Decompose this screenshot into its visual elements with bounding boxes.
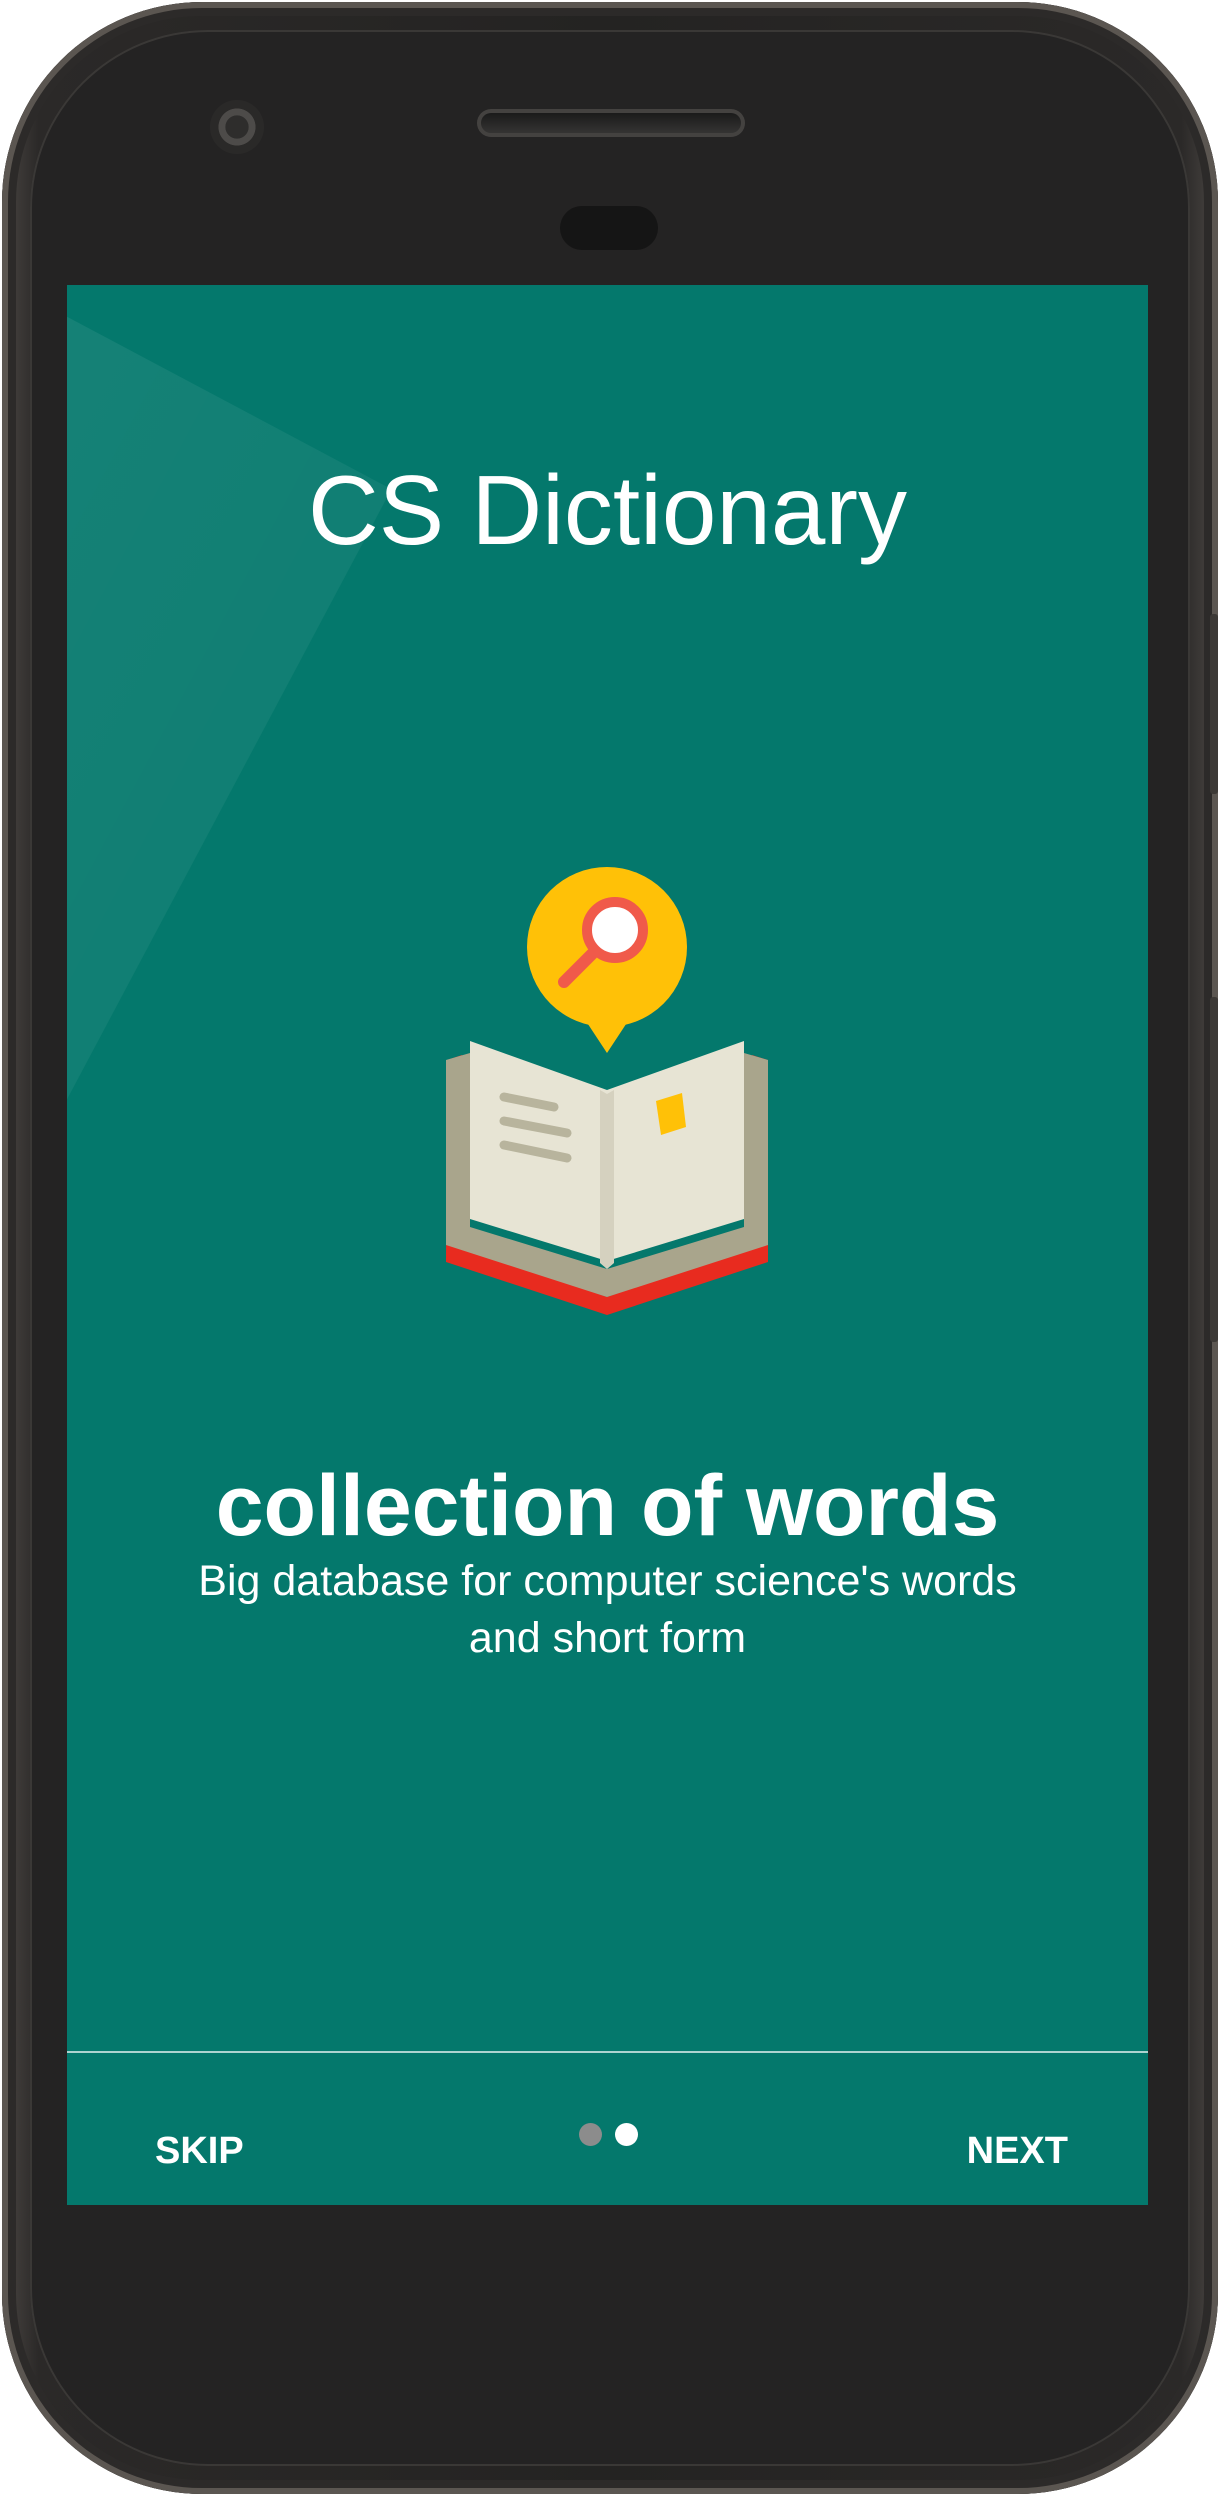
app-title: CS Dictionary (307, 454, 908, 565)
onboarding-headline: collection of words (215, 1458, 1000, 1555)
proximity-sensor (560, 206, 658, 250)
onboarding-description: Big database for computer science's word… (198, 1557, 1017, 1662)
footer-divider (67, 2051, 1148, 2053)
page-indicator-dot (579, 2123, 602, 2146)
front-camera (210, 100, 264, 154)
skip-button[interactable]: SKIP (155, 2132, 244, 2170)
next-button[interactable]: NEXT (967, 2132, 1068, 2170)
volume-button (1210, 997, 1218, 1342)
open-book-icon (446, 1041, 768, 1315)
onboarding-screen: CS Dictionary collection of words Big da… (67, 285, 1148, 2205)
phone-frame: CS Dictionary collection of words Big da… (2, 2, 1218, 2494)
page-indicator-dot-current (615, 2123, 638, 2146)
search-bubble-icon (527, 867, 687, 1053)
power-button (1210, 614, 1218, 794)
earpiece-speaker (477, 109, 745, 137)
page-indicator (579, 2120, 639, 2150)
book-with-search-icon (446, 867, 768, 1315)
